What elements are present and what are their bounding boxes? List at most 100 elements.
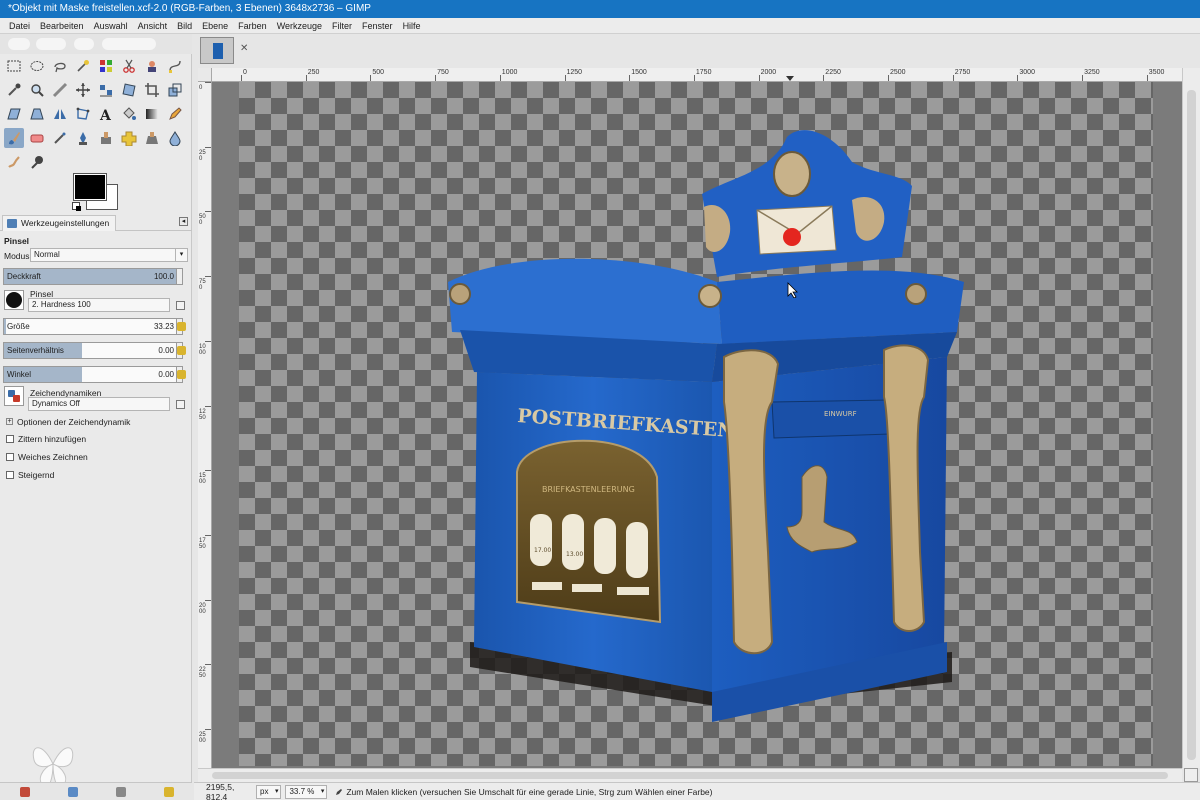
ink-tool-icon[interactable]: [73, 128, 93, 148]
menu-ansicht[interactable]: Ansicht: [133, 21, 173, 31]
edit-dynamics-icon[interactable]: [176, 400, 185, 409]
text-tool-icon[interactable]: A: [96, 104, 116, 124]
bucket-fill-tool-icon[interactable]: [119, 104, 139, 124]
menu-hilfe[interactable]: Hilfe: [398, 21, 426, 31]
foreground-color-swatch[interactable]: [73, 173, 107, 201]
move-tool-icon[interactable]: [73, 80, 93, 100]
dynamics-name-field[interactable]: Dynamics Off: [28, 397, 170, 411]
paintbrush-tool-icon[interactable]: [4, 128, 24, 148]
ruler-tick-label: 750: [437, 69, 449, 76]
measure-tool-icon[interactable]: [50, 80, 70, 100]
ruler-tick: [205, 664, 211, 666]
rect-select-tool-icon[interactable]: [4, 56, 24, 76]
lasso-tool-icon[interactable]: [50, 56, 70, 76]
shear-tool-icon[interactable]: [4, 104, 24, 124]
select-by-color-tool-icon[interactable]: [96, 56, 116, 76]
reset-size-icon[interactable]: [177, 322, 186, 331]
toolbox-drop-area: [0, 34, 192, 54]
restore-options-icon[interactable]: [68, 787, 78, 797]
smudge-tool-icon[interactable]: [4, 152, 24, 172]
reset-options-icon[interactable]: [164, 787, 174, 797]
size-slider[interactable]: Größe 33.23: [3, 318, 183, 335]
menu-werkzeuge[interactable]: Werkzeuge: [272, 21, 327, 31]
flip-tool-icon[interactable]: [50, 104, 70, 124]
brush-name-field[interactable]: 2. Hardness 100: [28, 298, 170, 312]
dynamics-preview-button[interactable]: [4, 386, 24, 406]
menu-filter[interactable]: Filter: [327, 21, 357, 31]
mode-dropdown[interactable]: Normal ▾: [30, 248, 188, 262]
delete-options-icon[interactable]: [116, 787, 126, 797]
zoom-tool-icon[interactable]: [27, 80, 47, 100]
horizontal-ruler[interactable]: 0 250 500 750 1000 1250 1500 1750 2000 2250 2500 27…: [212, 68, 1182, 82]
ruler-tick-label: 250: [307, 69, 320, 76]
pencil-tool-icon[interactable]: [165, 104, 185, 124]
image-tab-thumbnail[interactable]: [200, 37, 234, 64]
transform-tool-icon[interactable]: [119, 80, 139, 100]
jitter-checkbox[interactable]: [6, 435, 14, 443]
align-tool-icon[interactable]: [96, 80, 116, 100]
brush-preview-button[interactable]: [4, 290, 24, 310]
ruler-tick-label: 3000: [1019, 69, 1035, 76]
fuzzy-select-tool-icon[interactable]: [73, 56, 93, 76]
close-icon[interactable]: ✕: [240, 44, 250, 54]
menu-farben[interactable]: Farben: [233, 21, 272, 31]
tab-menu-icon[interactable]: ◂: [179, 217, 188, 226]
incremental-checkbox[interactable]: [6, 471, 14, 479]
edit-brush-icon[interactable]: [176, 301, 185, 310]
vertical-ruler[interactable]: 0 250 500 750 1000 1250 1500 1750 2000 2250 2500: [198, 82, 212, 768]
reset-aspect-ratio-icon[interactable]: [177, 346, 186, 355]
opacity-slider[interactable]: Deckkraft 100.0: [3, 268, 183, 285]
heal-tool-icon[interactable]: [119, 128, 139, 148]
blur-tool-icon[interactable]: [165, 128, 185, 148]
perspective-tool-icon[interactable]: [27, 104, 47, 124]
eraser-tool-icon[interactable]: [27, 128, 47, 148]
perspective-clone-tool-icon[interactable]: [142, 128, 162, 148]
expander-plus-icon[interactable]: +: [6, 418, 13, 425]
crop-tool-icon[interactable]: [142, 80, 162, 100]
clone-tool-icon[interactable]: [96, 128, 116, 148]
ruler-tick-label: 1750: [199, 537, 206, 550]
unit-dropdown[interactable]: px: [256, 784, 282, 799]
reset-angle-icon[interactable]: [177, 370, 186, 379]
save-options-icon[interactable]: [20, 787, 30, 797]
ruler-tick: [1017, 75, 1019, 81]
menu-fenster[interactable]: Fenster: [357, 21, 398, 31]
dynamics-options-label[interactable]: Optionen der Zeichendynamik: [17, 417, 130, 427]
ruler-tick: [205, 405, 211, 407]
scale-tool-icon[interactable]: [165, 80, 185, 100]
zoom-dropdown[interactable]: 33.7 %: [285, 784, 328, 799]
blend-tool-icon[interactable]: [142, 104, 162, 124]
angle-value: 0.00: [158, 370, 174, 379]
ruler-tick-label: 2750: [954, 69, 971, 76]
menu-auswahl[interactable]: Auswahl: [89, 21, 133, 31]
ruler-tick: [758, 75, 760, 81]
foreground-select-tool-icon[interactable]: [142, 56, 162, 76]
opacity-spinner[interactable]: [176, 269, 182, 284]
ellipse-select-tool-icon[interactable]: [27, 56, 47, 76]
menu-bearbeiten[interactable]: Bearbeiten: [35, 21, 89, 31]
vertical-scrollbar[interactable]: [1182, 68, 1200, 768]
menu-bild[interactable]: Bild: [172, 21, 197, 31]
dodge-burn-tool-icon[interactable]: [27, 152, 47, 172]
aspect-ratio-slider[interactable]: Seitenverhältnis 0.00: [3, 342, 183, 359]
angle-slider[interactable]: Winkel 0.00: [3, 366, 183, 383]
ruler-tick-label: 2250: [825, 69, 841, 76]
horizontal-scroll-thumb[interactable]: [212, 772, 1168, 779]
default-colors-icon[interactable]: [72, 202, 81, 211]
color-picker-tool-icon[interactable]: [4, 80, 24, 100]
paths-tool-icon[interactable]: [165, 56, 185, 76]
menu-datei[interactable]: Datei: [4, 21, 35, 31]
cage-transform-tool-icon[interactable]: [73, 104, 93, 124]
toolbox-grid: A: [4, 56, 190, 176]
ruler-tick: [205, 211, 211, 213]
tab-tool-options[interactable]: Werkzeugeinstellungen: [2, 215, 117, 231]
ruler-corner[interactable]: [198, 68, 212, 82]
vertical-scroll-thumb[interactable]: [1187, 90, 1196, 760]
image-canvas[interactable]: POSTBRIEFKASTEN BRIEFKASTENLEERUNG 17.00…: [212, 82, 1182, 768]
smooth-stroke-checkbox[interactable]: [6, 453, 14, 461]
navigate-image-icon[interactable]: [1184, 768, 1198, 782]
horizontal-scrollbar[interactable]: [198, 768, 1182, 782]
menu-ebene[interactable]: Ebene: [197, 21, 233, 31]
airbrush-tool-icon[interactable]: [50, 128, 70, 148]
scissors-tool-icon[interactable]: [119, 56, 139, 76]
